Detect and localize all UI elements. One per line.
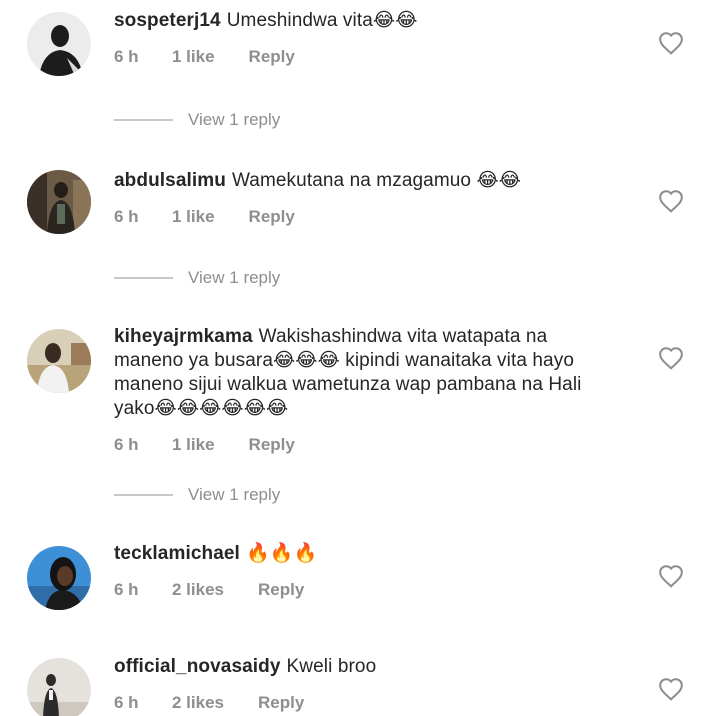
avatar-photo <box>27 170 91 234</box>
comment-likes[interactable]: 2 likes <box>172 580 224 600</box>
reply-button[interactable]: Reply <box>258 693 304 713</box>
avatar-photo <box>27 329 91 393</box>
comment-username[interactable]: kiheyajrmkama <box>114 326 253 347</box>
reply-button[interactable]: Reply <box>249 435 295 455</box>
avatar-photo <box>27 546 91 610</box>
comment-likes[interactable]: 2 likes <box>172 693 224 713</box>
comment-likes[interactable]: 1 like <box>172 435 215 455</box>
comment-time: 6 h <box>114 435 139 454</box>
comment-text: sospeterj14 Umeshindwa vita😂😂 <box>114 9 614 33</box>
comment-likes[interactable]: 1 like <box>172 207 215 227</box>
divider-line <box>114 119 173 121</box>
reply-button[interactable]: Reply <box>258 580 304 600</box>
comment-text: kiheyajrmkama Wakishashindwa vita watapat… <box>114 325 614 421</box>
heart-icon[interactable] <box>658 189 684 213</box>
avatar[interactable] <box>27 12 91 76</box>
comment-time: 6 h <box>114 580 139 599</box>
comment-text: official_novasaidy Kweli broo <box>114 655 614 679</box>
comment-body: 🔥🔥🔥 <box>245 543 318 564</box>
comment-text: abdulsalimu Wamekutana na mzagamuo 😂😂 <box>114 169 614 193</box>
comment-username[interactable]: abdulsalimu <box>114 170 226 191</box>
reply-button[interactable]: Reply <box>249 207 295 227</box>
avatar[interactable] <box>27 658 91 716</box>
comment-username[interactable]: tecklamichael <box>114 543 240 564</box>
comments-list: sospeterj14 Umeshindwa vita😂😂 6 h 1 like … <box>0 0 720 716</box>
view-replies-button[interactable]: View 1 reply <box>114 110 280 130</box>
view-replies-label: View 1 reply <box>188 268 281 287</box>
heart-icon[interactable] <box>658 677 684 701</box>
comment-username[interactable]: sospeterj14 <box>114 10 221 31</box>
avatar-photo <box>27 658 91 716</box>
view-replies-label: View 1 reply <box>188 485 281 504</box>
view-replies-label: View 1 reply <box>188 110 281 129</box>
avatar[interactable] <box>27 546 91 610</box>
reply-button[interactable]: Reply <box>249 47 295 67</box>
comment-body: Wamekutana na mzagamuo 😂😂 <box>231 170 522 191</box>
comment-time: 6 h <box>114 693 139 712</box>
comment-meta: 6 h 1 like Reply <box>114 47 614 67</box>
comment-username[interactable]: official_novasaidy <box>114 656 281 677</box>
divider-line <box>114 277 173 279</box>
view-replies-button[interactable]: View 1 reply <box>114 268 280 288</box>
comment-body: Kweli broo <box>286 656 377 677</box>
avatar[interactable] <box>27 329 91 393</box>
view-replies-button[interactable]: View 1 reply <box>114 485 280 505</box>
comment-text: tecklamichael 🔥🔥🔥 <box>114 542 614 566</box>
comment-meta: 6 h 1 like Reply <box>114 435 614 455</box>
heart-icon[interactable] <box>658 346 684 370</box>
avatar[interactable] <box>27 170 91 234</box>
comment-meta: 6 h 2 likes Reply <box>114 580 614 600</box>
comment-body: Umeshindwa vita😂😂 <box>226 10 418 31</box>
comment-time: 6 h <box>114 47 139 66</box>
comment-meta: 6 h 2 likes Reply <box>114 693 614 713</box>
divider-line <box>114 494 173 496</box>
comment-likes[interactable]: 1 like <box>172 47 215 67</box>
heart-icon[interactable] <box>658 31 684 55</box>
avatar-photo <box>27 12 91 76</box>
heart-icon[interactable] <box>658 564 684 588</box>
comment-time: 6 h <box>114 207 139 226</box>
comment-meta: 6 h 1 like Reply <box>114 207 614 227</box>
